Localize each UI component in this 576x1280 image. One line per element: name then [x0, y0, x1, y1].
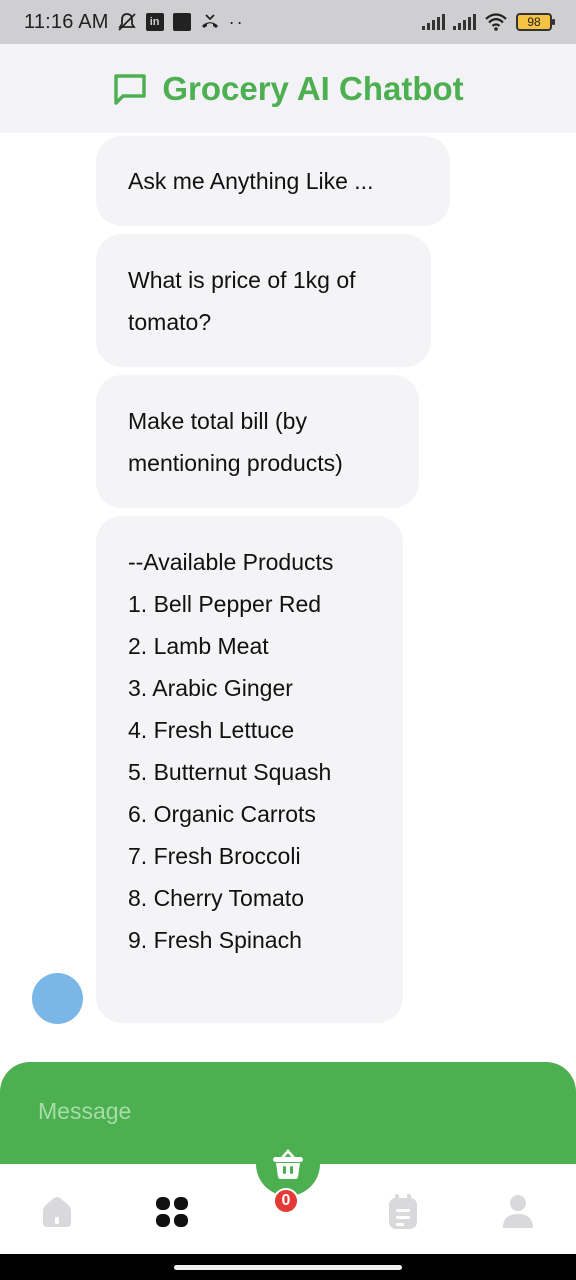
app-notification-icon	[172, 13, 191, 31]
message-line: 7. Fresh Broccoli	[128, 843, 301, 869]
message-input[interactable]	[38, 1098, 518, 1125]
chat-message-list[interactable]: Ask me Anything Like ... What is price o…	[0, 133, 576, 1063]
message-line: 4. Fresh Lettuce	[128, 717, 295, 743]
wifi-icon	[485, 13, 507, 31]
nav-item-categories[interactable]	[152, 1192, 192, 1232]
message-line: 1. Bell Pepper Red	[128, 591, 322, 617]
clipboard-icon	[389, 1194, 417, 1229]
message-line: 2. Lamb Meat	[128, 633, 269, 659]
bell-off-icon	[117, 13, 136, 31]
grid-icon	[156, 1197, 188, 1227]
page-title: Grocery AI Chatbot	[162, 69, 464, 107]
chat-bubble: Make total bill (by mentioning products)	[96, 375, 419, 508]
person-icon	[503, 1195, 533, 1228]
system-gesture-bar	[0, 1254, 576, 1280]
status-system-icons: 98	[422, 13, 555, 31]
message-line: 3. Arabic Ginger	[128, 675, 293, 701]
home-indicator[interactable]	[174, 1265, 402, 1270]
nav-item-profile[interactable]	[498, 1192, 538, 1232]
message-line: What is price of 1kg of	[128, 267, 356, 293]
message-line: 9. Fresh Spinach	[128, 927, 302, 953]
chat-bubble-icon	[114, 73, 147, 105]
chat-bubble: --Available Products 1. Bell Pepper Red …	[96, 516, 403, 1023]
nav-item-home[interactable]	[37, 1192, 77, 1232]
message-line: Make total bill (by	[128, 408, 307, 434]
cart-button[interactable]	[256, 1132, 320, 1196]
home-icon	[43, 1197, 71, 1227]
signal-icon-2	[453, 14, 476, 30]
message-line: 6. Organic Carrots	[128, 801, 316, 827]
chat-bubble: What is price of 1kg of tomato?	[96, 234, 431, 367]
missed-call-icon	[201, 14, 218, 28]
message-line: --Available Products	[128, 549, 334, 575]
status-bar: 11:16 AM in ·· 98	[0, 0, 576, 44]
cart-count-badge: 0	[273, 1188, 299, 1214]
linkedin-icon: in	[145, 13, 164, 31]
message-line: Ask me Anything Like ...	[128, 168, 374, 194]
message-line: 5. Butternut Squash	[128, 759, 332, 785]
nav-item-orders[interactable]	[383, 1192, 423, 1232]
message-line: 8. Cherry Tomato	[128, 885, 304, 911]
message-line: tomato?	[128, 309, 212, 335]
battery-icon: 98	[516, 13, 555, 31]
app-bar: Grocery AI Chatbot	[0, 44, 576, 133]
status-time: 11:16 AM	[24, 10, 109, 33]
status-notification-icons: in ··	[117, 12, 245, 33]
shopping-basket-icon	[273, 1149, 303, 1179]
more-notifications-icon: ··	[228, 11, 245, 32]
bot-avatar	[32, 973, 83, 1024]
signal-icon	[422, 14, 445, 30]
chat-bubble: Ask me Anything Like ...	[96, 136, 450, 226]
message-line: mentioning products)	[128, 450, 343, 476]
